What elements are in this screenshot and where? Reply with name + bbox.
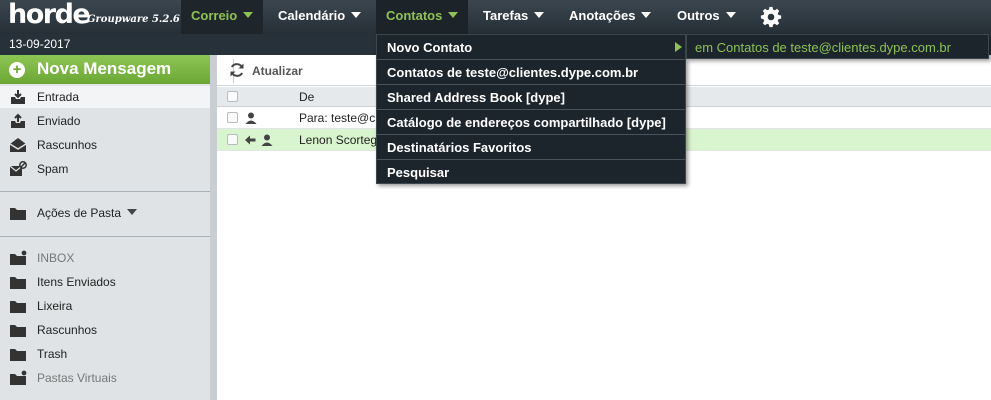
top-navigation-bar: horde Groupware 5.2.6 Correio Calendário… bbox=[0, 0, 991, 34]
person-icon bbox=[261, 134, 273, 146]
menu-contatos-label: Contatos bbox=[386, 8, 443, 23]
spam-icon bbox=[9, 161, 27, 176]
menu-correio-label: Correio bbox=[191, 8, 238, 23]
sidebar-resize-handle[interactable] bbox=[210, 55, 217, 400]
menu-item-label: Pesquisar bbox=[387, 165, 450, 180]
folder-label: Rascunhos bbox=[37, 323, 98, 337]
menu-contatos[interactable]: Contatos bbox=[376, 0, 469, 34]
folder-label: Itens Enviados bbox=[37, 275, 116, 289]
folder-label: Pastas Virtuais bbox=[37, 371, 117, 385]
sent-icon bbox=[11, 113, 25, 128]
contacts-dropdown-menu: Novo Contato Contatos de teste@clientes.… bbox=[376, 34, 686, 184]
sidebar-item-enviado[interactable]: Enviado bbox=[0, 110, 210, 132]
sidebar-item-label: Spam bbox=[37, 162, 69, 176]
folder-icon bbox=[10, 208, 26, 220]
menu-item-label: Shared Address Book [dype] bbox=[387, 90, 565, 105]
menu-tarefas[interactable]: Tarefas bbox=[473, 0, 554, 34]
folder-pastas-virtuais[interactable]: Pastas Virtuais bbox=[0, 367, 210, 389]
menu-item-contatos-teste[interactable]: Contatos de teste@clientes.dype.com.br bbox=[377, 60, 685, 85]
sidebar-item-entrada[interactable]: Entrada bbox=[0, 86, 210, 108]
new-contact-submenu-item[interactable]: em Contatos de teste@clientes.dype.com.b… bbox=[686, 34, 989, 59]
menu-item-catalogo-compartilhado[interactable]: Catálogo de endereços compartilhado [dyp… bbox=[377, 110, 685, 135]
menu-item-label: Catálogo de endereços compartilhado [dyp… bbox=[387, 115, 666, 130]
sidebar-item-label: Entrada bbox=[37, 90, 80, 104]
menu-item-shared-address-book[interactable]: Shared Address Book [dype] bbox=[377, 85, 685, 110]
folder-lixeira[interactable]: Lixeira bbox=[0, 295, 210, 317]
menu-outros[interactable]: Outros bbox=[667, 0, 746, 34]
chevron-down-icon bbox=[448, 12, 459, 18]
chevron-down-icon bbox=[243, 12, 254, 18]
folder-label: Lixeira bbox=[37, 299, 73, 313]
sidebar: + Nova Mensagem Entrada Enviado Rascunho… bbox=[0, 55, 210, 400]
folder-trash[interactable]: Trash bbox=[0, 343, 210, 365]
sidebar-item-label: Enviado bbox=[37, 114, 81, 128]
sidebar-divider bbox=[0, 236, 210, 237]
new-message-label: Nova Mensagem bbox=[37, 59, 172, 78]
logo-version: Groupware 5.2.6 bbox=[87, 14, 180, 25]
folder-actions-label: Ações de Pasta bbox=[37, 206, 138, 220]
sidebar-item-spam[interactable]: Spam bbox=[0, 158, 210, 180]
sidebar-divider bbox=[0, 191, 210, 192]
reply-arrow-icon bbox=[245, 135, 256, 145]
refresh-label: Atualizar bbox=[252, 64, 303, 78]
message-from: Para: teste@c bbox=[299, 111, 376, 125]
chevron-down-icon bbox=[725, 12, 736, 18]
chevron-down-icon bbox=[641, 12, 652, 18]
folder-label: INBOX bbox=[37, 251, 75, 265]
select-all-checkbox[interactable] bbox=[227, 91, 238, 102]
current-date: 13-09-2017 bbox=[9, 37, 71, 51]
gear-icon[interactable] bbox=[760, 6, 782, 28]
menu-calendario-label: Calendário bbox=[278, 8, 346, 23]
folder-icon bbox=[10, 250, 27, 265]
refresh-button[interactable]: Atualizar bbox=[225, 59, 303, 83]
chevron-down-icon bbox=[351, 12, 362, 18]
folder-icon bbox=[10, 277, 26, 289]
menu-calendario[interactable]: Calendário bbox=[268, 0, 371, 34]
new-message-button[interactable]: + Nova Mensagem bbox=[0, 55, 210, 84]
menu-item-destinatarios-favoritos[interactable]: Destinatários Favoritos bbox=[377, 135, 685, 160]
menu-item-label: Contatos de teste@clientes.dype.com.br bbox=[387, 65, 639, 80]
folder-icon bbox=[10, 370, 27, 385]
folder-label: Trash bbox=[37, 347, 68, 361]
submenu-item-label: em Contatos de teste@clientes.dype.com.b… bbox=[695, 40, 951, 55]
row-checkbox[interactable] bbox=[227, 112, 238, 123]
chevron-down-icon bbox=[127, 209, 138, 215]
drafts-icon bbox=[9, 138, 27, 152]
refresh-icon bbox=[230, 63, 244, 77]
chevron-right-icon bbox=[675, 42, 682, 52]
folder-rascunhos[interactable]: Rascunhos bbox=[0, 319, 210, 341]
menu-item-pesquisar[interactable]: Pesquisar bbox=[377, 160, 685, 185]
sidebar-item-label: Rascunhos bbox=[37, 138, 98, 152]
message-from: Lenon Scorteg bbox=[299, 133, 378, 147]
folder-inbox[interactable]: INBOX bbox=[0, 247, 210, 269]
menu-tarefas-label: Tarefas bbox=[483, 8, 529, 23]
folder-icon bbox=[10, 349, 26, 361]
menu-anotacoes[interactable]: Anotações bbox=[559, 0, 661, 34]
menu-item-label: Novo Contato bbox=[387, 40, 473, 55]
inbox-icon bbox=[11, 90, 25, 104]
row-checkbox[interactable] bbox=[227, 134, 238, 145]
menu-outros-label: Outros bbox=[677, 8, 720, 23]
folder-itens-enviados[interactable]: Itens Enviados bbox=[0, 271, 210, 293]
menu-item-novo-contato[interactable]: Novo Contato bbox=[377, 35, 685, 60]
person-icon bbox=[245, 112, 257, 124]
column-header-from[interactable]: De bbox=[299, 90, 314, 104]
plus-icon: + bbox=[9, 62, 25, 78]
menu-correio[interactable]: Correio bbox=[181, 0, 264, 34]
folder-icon bbox=[10, 325, 26, 337]
menu-anotacoes-label: Anotações bbox=[569, 8, 636, 23]
chevron-down-icon bbox=[534, 12, 545, 18]
logo-text: horde bbox=[8, 0, 91, 30]
menu-item-label: Destinatários Favoritos bbox=[387, 140, 532, 155]
sidebar-item-rascunhos[interactable]: Rascunhos bbox=[0, 134, 210, 156]
folder-actions-button[interactable]: Ações de Pasta bbox=[0, 202, 210, 224]
folder-icon bbox=[10, 301, 26, 313]
